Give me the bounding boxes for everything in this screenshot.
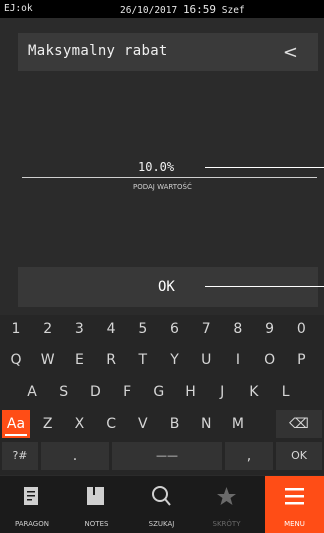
number-key[interactable]: 7 [192,315,220,343]
letter-key[interactable]: E [65,346,93,374]
star-icon [194,484,259,508]
number-key[interactable]: 3 [65,315,93,343]
letter-key[interactable]: N [192,410,220,438]
symbols-key[interactable]: ?# [2,442,38,470]
letter-key[interactable]: U [192,346,220,374]
letter-key[interactable]: F [113,378,141,406]
status-user: Szef [221,5,245,16]
notebook-icon [64,484,129,508]
input-hint: PODAJ WARTOŚĆ [133,183,192,191]
letter-key[interactable]: Z [34,410,62,438]
nav-szukaj[interactable]: SZUKAJ [129,476,194,533]
status-datetime: 26/10/2017 16:59 Szef [120,3,245,16]
number-key[interactable]: 9 [256,315,284,343]
number-key[interactable]: 8 [224,315,252,343]
letter-key[interactable]: T [129,346,157,374]
nav-notes[interactable]: NOTES [64,476,129,533]
letter-key[interactable]: L [272,378,300,406]
letter-key[interactable]: B [161,410,189,438]
letter-key[interactable]: D [81,378,109,406]
letter-key[interactable]: A [18,378,46,406]
ej-status: EJ:ok [4,3,33,14]
nav-label: PARAGON [15,520,49,528]
back-icon[interactable]: < [283,42,298,63]
number-key[interactable]: 5 [129,315,157,343]
callout-line [205,167,324,168]
nav-skroty[interactable]: SKRÓTY [194,476,259,533]
keyboard-row-2: ASDFGHJKL [0,378,324,406]
letter-key[interactable]: Q [2,346,30,374]
receipt-icon [0,484,64,508]
keyboard-row-1: QWERTYUIOP [0,346,324,374]
shift-key[interactable]: Aa [2,410,30,438]
space-key[interactable]: —— [112,442,222,470]
letter-key[interactable]: M [224,410,252,438]
page-title: Maksymalny rabat [28,43,168,59]
letter-key[interactable]: R [97,346,125,374]
comma-key[interactable]: , [225,442,273,470]
letter-key[interactable]: I [224,346,252,374]
number-key[interactable]: 1 [2,315,30,343]
ok-button-label: OK [158,279,175,295]
dot-key[interactable]: . [41,442,109,470]
keyboard-ok-key[interactable]: OK [276,442,322,470]
nav-label: MENU [284,520,305,528]
ok-button[interactable]: OK [18,267,318,307]
backspace-key[interactable]: ⌫ [276,410,322,438]
letter-key[interactable]: G [145,378,173,406]
status-time: 16:59 [182,3,217,16]
number-key[interactable]: 6 [161,315,189,343]
page-title-bar: Maksymalny rabat < [18,33,318,71]
number-key[interactable]: 4 [97,315,125,343]
status-bar: EJ:ok 26/10/2017 16:59 Szef [0,0,324,18]
number-key[interactable]: 0 [287,315,315,343]
input-underline [22,177,317,178]
letter-key[interactable]: O [256,346,284,374]
letter-key[interactable]: W [34,346,62,374]
letter-key[interactable]: C [97,410,125,438]
nav-label: SZUKAJ [148,520,175,528]
letter-key[interactable]: V [129,410,157,438]
letter-key[interactable]: H [177,378,205,406]
search-icon [129,484,194,508]
nav-menu[interactable]: MENU [265,476,324,533]
nav-label: SKRÓTY [212,520,241,528]
keyboard-row-numbers: 1234567890 [0,315,324,343]
letter-key[interactable]: S [50,378,78,406]
value-display[interactable]: 10.0% [138,160,174,174]
letter-key[interactable]: P [287,346,315,374]
keyboard-row-4: ?# . —— , OK [0,442,324,470]
keyboard: 1234567890 QWERTYUIOP ASDFGHJKL Aa Z X C V B N… [0,315,324,475]
nav-label: NOTES [84,520,109,528]
letter-key[interactable]: J [208,378,236,406]
letter-key[interactable]: K [240,378,268,406]
nav-paragon[interactable]: PARAGON [0,476,64,533]
letter-key[interactable]: X [65,410,93,438]
letter-key[interactable]: Y [161,346,189,374]
menu-icon [265,484,324,508]
status-date: 26/10/2017 [120,5,178,16]
bottom-nav: PARAGON NOTES SZUKAJ SKRÓTY MENU [0,476,324,533]
keyboard-row-3: Aa Z X C V B N M ⌫ [0,410,324,438]
number-key[interactable]: 2 [34,315,62,343]
callout-line-ok [205,286,324,287]
